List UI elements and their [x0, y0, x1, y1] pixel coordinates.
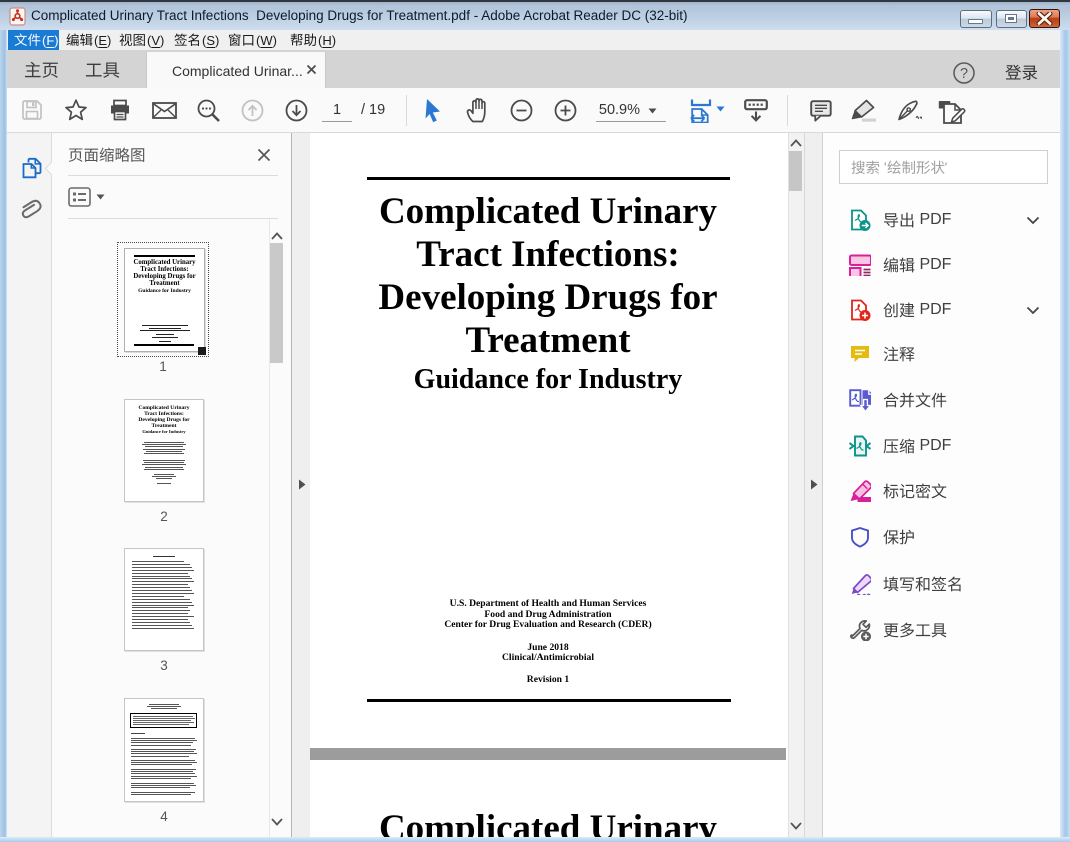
svg-text:?: ? — [960, 66, 968, 82]
